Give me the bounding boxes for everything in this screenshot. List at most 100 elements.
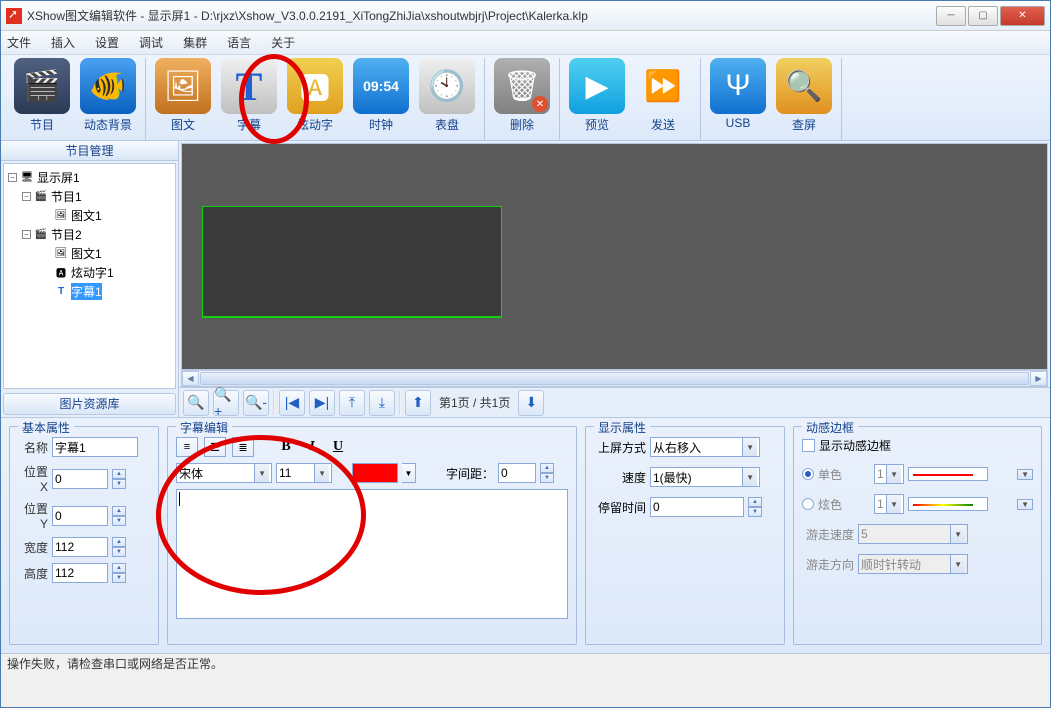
spacing-input[interactable] <box>498 463 536 483</box>
posx-input[interactable] <box>52 469 108 489</box>
border-speed-combo[interactable]: 5▼ <box>858 524 968 544</box>
align-left-button[interactable]: ≡ <box>176 437 198 457</box>
menu-cluster[interactable]: 集群 <box>183 34 207 51</box>
statusbar: 操作失败，请检查串口或网络是否正常。 <box>1 653 1050 674</box>
menu-insert[interactable]: 插入 <box>51 34 75 51</box>
name-input[interactable] <box>52 437 138 457</box>
menu-language[interactable]: 语言 <box>227 34 251 51</box>
first-page-button[interactable]: |◀ <box>279 390 305 416</box>
top-button[interactable]: ⤒ <box>339 390 365 416</box>
stay-input[interactable] <box>650 497 744 517</box>
multi-color-preview[interactable] <box>908 497 988 511</box>
preview-canvas[interactable] <box>181 143 1048 370</box>
page-navbar: 🔍 🔍+ 🔍- |◀ ▶| ⤒ ⤓ ⬆ 第1页 / 共1页 ⬇ <box>179 387 1050 417</box>
spacing-spinner[interactable]: ▲▼ <box>540 463 554 483</box>
tree-prog2-item1[interactable]: 🖼图文1 <box>8 244 171 263</box>
border-dir-combo[interactable]: 顺时针转动▼ <box>858 554 968 574</box>
align-center-button[interactable]: ☰ <box>204 437 226 457</box>
scroll-left-icon[interactable]: ◀ <box>182 371 199 386</box>
minimize-button[interactable]: ─ <box>936 6 966 26</box>
posy-spinner[interactable]: ▲▼ <box>112 506 126 526</box>
tool-delete[interactable]: 🗑 删除 <box>489 58 555 133</box>
menu-about[interactable]: 关于 <box>271 34 295 51</box>
app-icon <box>6 8 22 24</box>
close-button[interactable]: ✕ <box>1000 6 1045 26</box>
prev-page-button[interactable]: ⬆ <box>405 390 431 416</box>
collapse-icon[interactable]: − <box>22 192 31 201</box>
multi-width-combo[interactable]: 1▼ <box>874 494 904 514</box>
underline-button[interactable]: U <box>328 438 348 456</box>
scroll-thumb[interactable] <box>200 372 1029 385</box>
magnifier-icon: 🔍 <box>776 58 832 114</box>
multi-color-radio[interactable] <box>802 498 814 510</box>
font-combo[interactable]: 宋体▼ <box>176 463 272 483</box>
tool-caption[interactable]: T 字幕 <box>216 58 282 133</box>
bold-button[interactable]: B <box>276 438 296 456</box>
menu-debug[interactable]: 调试 <box>139 34 163 51</box>
text-color-dropdown[interactable]: ▼ <box>402 463 416 483</box>
tool-preview[interactable]: ▶ 预览 <box>564 58 630 133</box>
tool-program[interactable]: 🎬 节目 <box>9 58 75 133</box>
posx-spinner[interactable]: ▲▼ <box>112 469 126 489</box>
show-border-checkbox[interactable] <box>802 439 815 452</box>
tool-send[interactable]: ⏩ 发送 <box>630 58 696 133</box>
fish-icon: 🐠 <box>80 58 136 114</box>
fontsize-combo[interactable]: 11▼ <box>276 463 332 483</box>
last-page-button[interactable]: ▶| <box>309 390 335 416</box>
resource-library-button[interactable]: 图片资源库 <box>3 393 176 415</box>
single-color-radio[interactable] <box>802 468 814 480</box>
bottom-button[interactable]: ⤓ <box>369 390 395 416</box>
picture-icon: 🖼 <box>54 209 68 223</box>
program-tree[interactable]: −🖥显示屏1 −🎬节目1 🖼图文1 −🎬节目2 🖼图文1 🅰炫动字1 T字幕1 <box>3 163 176 389</box>
mode-combo[interactable]: 从右移入▼ <box>650 437 760 457</box>
tool-animbg[interactable]: 🐠 动态背景 <box>75 58 141 133</box>
collapse-icon[interactable]: − <box>22 230 31 239</box>
tree-prog1-item1[interactable]: 🖼图文1 <box>8 206 171 225</box>
single-width-combo[interactable]: 1▼ <box>874 464 904 484</box>
scroll-right-icon[interactable]: ▶ <box>1030 371 1047 386</box>
caption-region[interactable] <box>202 206 502 318</box>
align-right-button[interactable]: ≣ <box>232 437 254 457</box>
speed-combo[interactable]: 1(最快)▼ <box>650 467 760 487</box>
clapperboard-icon: 🎬 <box>34 228 48 242</box>
page-indicator: 第1页 / 共1页 <box>435 394 514 411</box>
chevron-down-icon: ▼ <box>742 468 757 486</box>
border-fieldset: 动感边框 显示动感边框 单色1▼▼ 炫色1▼▼ 游走速度5▼ 游走方向顺时针转动… <box>793 426 1042 645</box>
menu-file[interactable]: 文件 <box>7 34 31 51</box>
posy-input[interactable] <box>52 506 108 526</box>
width-input[interactable] <box>52 537 108 557</box>
single-color-preview[interactable] <box>908 467 988 481</box>
width-spinner[interactable]: ▲▼ <box>112 537 126 557</box>
height-input[interactable] <box>52 563 108 583</box>
maximize-button[interactable]: ▢ <box>968 6 998 26</box>
tree-prog1[interactable]: −🎬节目1 <box>8 187 171 206</box>
height-spinner[interactable]: ▲▼ <box>112 563 126 583</box>
tool-dial[interactable]: 🕙 表盘 <box>414 58 480 133</box>
tool-imgtext[interactable]: 🖼 图文 <box>150 58 216 133</box>
tool-check[interactable]: 🔍 查屏 <box>771 58 837 133</box>
zoom-in-button[interactable]: 🔍+ <box>213 390 239 416</box>
tool-cooltext[interactable]: 🅰 炫动字 <box>282 58 348 133</box>
tool-clock[interactable]: 09:54 时钟 <box>348 58 414 133</box>
italic-button[interactable]: I <box>302 438 322 456</box>
tree-prog2[interactable]: −🎬节目2 <box>8 225 171 244</box>
screen-icon: 🖥 <box>20 171 34 185</box>
menu-settings[interactable]: 设置 <box>95 34 119 51</box>
tree-root[interactable]: −🖥显示屏1 <box>8 168 171 187</box>
menubar: 文件 插入 设置 调试 集群 语言 关于 <box>1 31 1050 55</box>
zoom-out-button[interactable]: 🔍- <box>243 390 269 416</box>
tree-header: 节目管理 <box>1 141 178 161</box>
display-fieldset: 显示属性 上屏方式从右移入▼ 速度1(最快)▼ 停留时间▲▼ <box>585 426 785 645</box>
stay-spinner[interactable]: ▲▼ <box>748 497 762 517</box>
horizontal-scrollbar[interactable]: ◀ ▶ <box>181 370 1048 387</box>
tree-prog2-item3[interactable]: T字幕1 <box>8 282 171 301</box>
zoom-fit-button[interactable]: 🔍 <box>183 390 209 416</box>
collapse-icon[interactable]: − <box>8 173 17 182</box>
tree-prog2-item2[interactable]: 🅰炫动字1 <box>8 263 171 282</box>
next-page-button[interactable]: ⬇ <box>518 390 544 416</box>
text-color-swatch[interactable] <box>352 463 398 483</box>
text-icon: T <box>221 58 277 114</box>
tool-usb[interactable]: Ψ USB <box>705 58 771 130</box>
caption-textarea[interactable] <box>176 489 568 619</box>
clapperboard-icon: 🎬 <box>14 58 70 114</box>
